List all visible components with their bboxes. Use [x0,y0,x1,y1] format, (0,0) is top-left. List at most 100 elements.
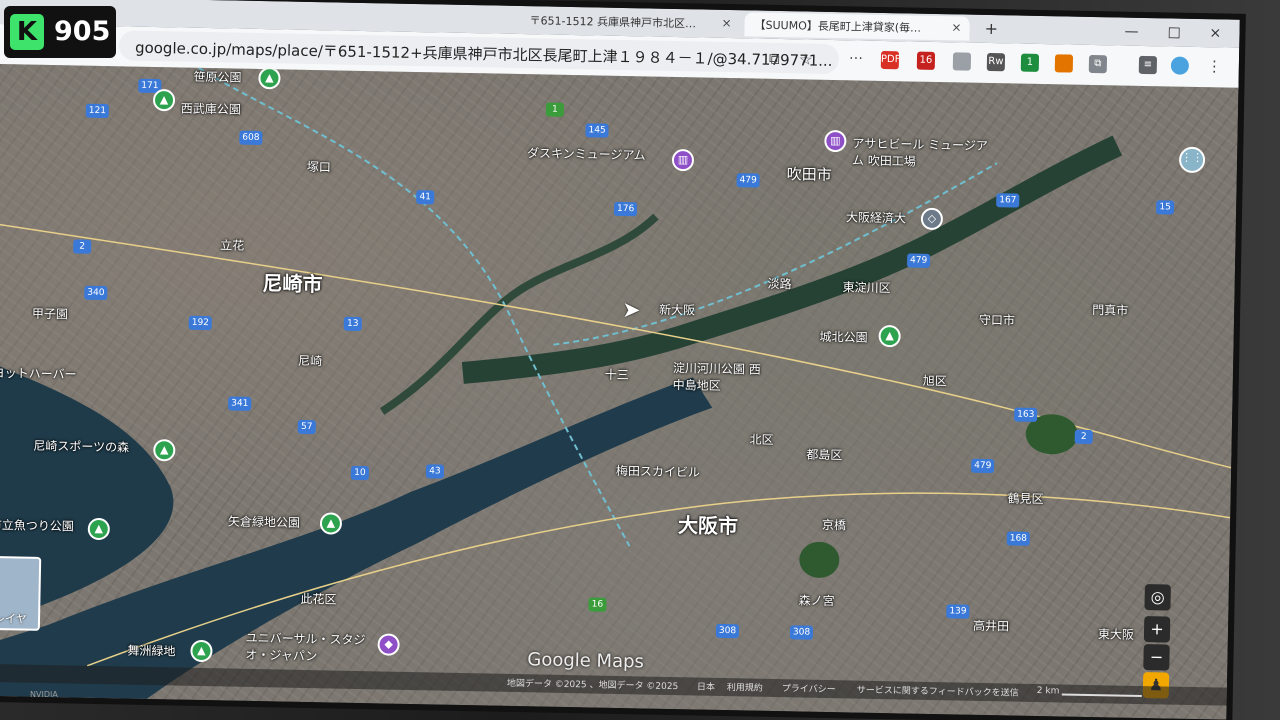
url-text[interactable]: google.co.jp/maps/place/〒651-1512+兵庫県神戸市… [135,37,833,71]
poi-label[interactable]: ダスキンミュージアム [527,144,646,163]
osaka-castle-park [799,541,840,578]
view-count: 905 [54,16,111,47]
route-shield: 16 [588,597,607,612]
ward-label[interactable]: 北区 [749,430,773,447]
terms-link[interactable]: 利用規約 [727,680,763,694]
green-extension-icon[interactable]: 1 [1020,53,1040,72]
park-label[interactable]: 舞洲緑地 [127,642,175,660]
poi-label[interactable]: アサヒビール ミュージアム 吹田工場 [852,134,993,171]
route-shield: 10 [350,465,370,481]
browser-window: 〒651-1512 兵庫県神戸市北区… × 【SUUMO】長尾町上津貸家(毎… … [0,0,1240,720]
pdf-extension-icon[interactable]: PDF [880,50,901,70]
route-shield: 163 [1014,407,1038,422]
badge-extension-icon[interactable]: 16 [916,51,936,70]
mouse-cursor-icon: ➤ [621,298,641,324]
station-label[interactable]: 十三 [605,366,629,383]
ward-label[interactable]: 鶴見区 [1007,489,1043,507]
station-label[interactable]: 甲子園 [32,305,68,323]
route-shield: 479 [736,173,760,188]
ward-label[interactable]: 東淀川区 [842,278,890,296]
view-count-badge: K 905 [4,6,116,58]
city-label[interactable]: 東大阪 [1098,625,1134,643]
privacy-link[interactable]: プライバシー [782,681,836,695]
layers-label: レイヤ [0,612,27,626]
ward-label[interactable]: 都島区 [806,446,842,464]
layers-toggle[interactable]: レイヤ [0,555,42,631]
tab-map[interactable]: 〒651-1512 兵庫県神戸市北区… × [519,8,739,36]
route-shield: 340 [84,285,108,301]
close-tab-icon[interactable]: × [951,20,961,34]
place-label[interactable]: 西武庫公園 [181,99,241,117]
station-label[interactable]: 尼崎 [298,352,322,369]
route-shield: 308 [789,625,814,640]
route-shield: 168 [1006,531,1031,546]
route-shield: 57 [297,419,316,435]
k-logo-icon: K [10,14,44,50]
close-tab-icon[interactable]: × [721,16,731,30]
minimize-button[interactable]: — [1124,24,1138,40]
scale-bar [1061,693,1142,698]
route-shield: 139 [946,604,970,619]
kanzaki-river [379,213,659,415]
park-label[interactable]: 城北公園 [819,328,867,346]
route-shield: 608 [239,130,263,146]
zoom-in-button[interactable]: + [1143,616,1171,643]
place-label[interactable]: ヨットハーバー [0,364,77,383]
my-location-button[interactable]: ◎ [1144,584,1171,611]
download-extension-icon[interactable] [952,52,972,71]
ward-label[interactable]: 此花区 [300,590,336,608]
media-control-icon[interactable]: ≡ [1138,55,1158,75]
bookmark-star-icon[interactable]: ☆ [799,50,813,68]
ward-label[interactable]: 旭区 [923,372,947,389]
park-label[interactable]: 淀川河川公園 西中島地区 [673,359,764,395]
maximize-button[interactable]: □ [1167,24,1181,40]
scale-text[interactable]: 2 km [1037,686,1060,696]
zoom-out-button[interactable]: − [1143,644,1170,671]
route-shield: 145 [585,123,609,138]
rw-extension-icon[interactable]: Rw [986,52,1006,72]
map-canvas[interactable]: 笹原公園 西武庫公園 塚口 尼崎市 立花 尼崎 甲子園 ヨットハーバー 尼崎スポ… [0,63,1239,720]
feedback-link[interactable]: サービスに関するフィードバックを送信 [857,683,1019,699]
place-label[interactable]: 塚口 [307,158,331,175]
profile-avatar[interactable] [1170,56,1190,75]
route-shield: 2 [1074,429,1093,445]
route-shield: 121 [85,103,110,119]
install-app-icon[interactable]: ⧉ [769,50,780,68]
route-shield: 192 [188,315,213,331]
park-label[interactable]: 市立魚つり公園 [0,516,74,535]
station-label[interactable]: 淡路 [767,275,791,292]
park-label[interactable]: 尼崎スポーツの森 [33,437,129,456]
city-label[interactable]: 門真市 [1092,301,1128,319]
city-label[interactable]: 尼崎市 [262,267,323,297]
tab-label: 【SUUMO】長尾町上津貸家(毎… [754,18,922,35]
poi-label[interactable]: 大阪経済大 [846,208,906,226]
poi-label[interactable]: 梅田スカイビル [616,462,700,481]
station-label[interactable]: 立花 [220,236,244,253]
tab-label: 〒651-1512 兵庫県神戸市北区… [529,14,697,31]
orange-extension-icon[interactable] [1054,54,1074,73]
station-label[interactable]: 京橋 [822,516,846,533]
place-label[interactable]: 笹原公園 [193,68,241,86]
poi-label[interactable]: ユニバーサル・スタジオ・ジャパン [245,629,376,665]
route-shield: 1 [545,102,565,117]
park-label[interactable]: 矢倉緑地公園 [228,512,300,530]
tab-suumo[interactable]: 【SUUMO】長尾町上津貸家(毎… × [744,12,970,41]
city-label[interactable]: 守口市 [979,311,1015,329]
station-label[interactable]: 森ノ宮 [798,591,834,609]
extensions-menu-icon[interactable]: ⋯ [849,50,863,66]
station-label[interactable]: 新大阪 [659,301,695,319]
city-label[interactable]: 大阪市 [678,509,739,539]
station-label[interactable]: 高井田 [973,617,1009,635]
puzzle-extension-icon[interactable]: ⧉ [1088,54,1108,74]
new-tab-button[interactable]: + [984,19,998,38]
close-window-button[interactable]: × [1209,25,1221,41]
country-text[interactable]: 日本 [697,680,715,693]
city-label[interactable]: 吹田市 [787,163,832,185]
route-shield: 13 [343,316,362,332]
route-shield: 308 [715,623,740,639]
attribution-text: 地図データ ©2025 、地図データ ©2025 [506,678,679,693]
monitor-brand-label: NVIDIA [30,690,58,699]
menu-kebab-icon[interactable]: ⋮ [1207,57,1222,75]
route-shield: 479 [906,253,931,268]
route-shield: 2 [73,239,92,254]
